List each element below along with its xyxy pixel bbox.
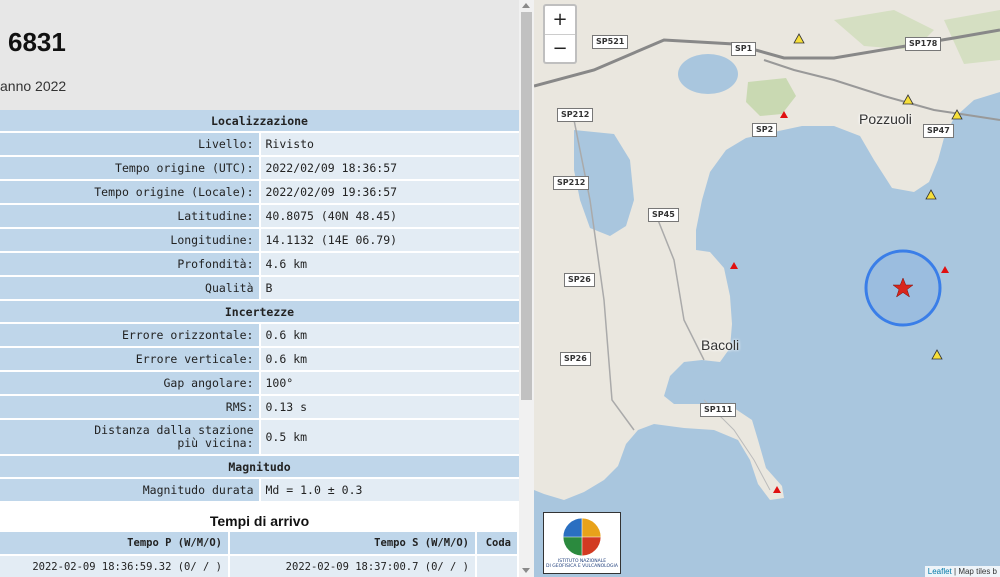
zoom-out-button[interactable]: − bbox=[545, 35, 575, 63]
col-tempo-p: Tempo P (W/M/O) bbox=[0, 532, 230, 555]
event-year: anno 2022 bbox=[0, 78, 67, 94]
row-latitudine: Latitudine: 40.8075 (40N 48.45) bbox=[0, 204, 519, 229]
town-label-pozzuoli: Pozzuoli bbox=[859, 111, 912, 127]
col-coda: Coda bbox=[476, 532, 519, 555]
road-label: SP111 bbox=[700, 403, 737, 417]
row-errore-orizzontale: Errore orizzontale: 0.6 km bbox=[0, 323, 519, 348]
row-magnitudo-durata: Magnitudo durata Md = 1.0 ± 0.3 bbox=[0, 478, 519, 503]
row-tempo-utc: Tempo origine (UTC): 2022/02/09 18:36:57 bbox=[0, 156, 519, 181]
table-row: 2022-02-09 18:36:59.32 (0/ / ) 2022-02-0… bbox=[0, 554, 519, 577]
event-header: 6831 anno 2022 bbox=[0, 0, 519, 110]
row-qualita: Qualità B bbox=[0, 276, 519, 301]
road-label: SP1 bbox=[731, 42, 757, 56]
road-label: SP45 bbox=[648, 208, 679, 222]
lake-averno bbox=[678, 54, 738, 94]
road-label: SP26 bbox=[560, 352, 591, 366]
section-header-localizzazione: Localizzazione bbox=[0, 110, 519, 133]
row-profondita: Profondità: 4.6 km bbox=[0, 252, 519, 277]
scrollbar[interactable] bbox=[519, 0, 534, 577]
scroll-down-arrow-icon[interactable] bbox=[522, 568, 530, 573]
globe-icon bbox=[562, 517, 602, 557]
road-label: SP521 bbox=[592, 35, 629, 49]
zoom-control: + − bbox=[543, 4, 577, 64]
row-rms: RMS: 0.13 s bbox=[0, 395, 519, 420]
road-label: SP212 bbox=[557, 108, 594, 122]
road-label: SP47 bbox=[923, 124, 954, 138]
row-distanza-stazione: Distanza dalla stazione più vicina: 0.5 k… bbox=[0, 419, 519, 456]
scrollbar-thumb[interactable] bbox=[521, 12, 532, 400]
section-header-incertezze: Incertezze bbox=[0, 300, 519, 324]
row-longitudine: Longitudine: 14.1132 (14E 06.79) bbox=[0, 228, 519, 253]
attribution-text: | Map tiles b bbox=[954, 567, 997, 576]
leaflet-link[interactable]: Leaflet bbox=[928, 567, 952, 576]
map-attribution: Leaflet | Map tiles b bbox=[924, 566, 1000, 577]
row-gap-angolare: Gap angolare: 100° bbox=[0, 371, 519, 396]
arrivals-title: Tempi di arrivo bbox=[0, 510, 519, 532]
event-panel: 6831 anno 2022 Localizzazione Livello: Ri… bbox=[0, 0, 519, 577]
row-livello: Livello: Rivisto bbox=[0, 132, 519, 157]
map-canvas bbox=[534, 0, 1000, 577]
map[interactable]: SP521 SP1 SP178 SP212 SP2 SP47 SP212 SP4… bbox=[534, 0, 1000, 577]
section-header-magnitudo: Magnitudo bbox=[0, 455, 519, 479]
col-tempo-s: Tempo S (W/M/O) bbox=[229, 532, 477, 555]
road-label: SP26 bbox=[564, 273, 595, 287]
road-label: SP2 bbox=[752, 123, 778, 137]
road-label: SP212 bbox=[553, 176, 590, 190]
row-tempo-locale: Tempo origine (Locale): 2022/02/09 19:36:… bbox=[0, 180, 519, 205]
ingv-logo[interactable]: ISTITUTO NAZIONALE DI GEOFISICA E VULCAN… bbox=[543, 512, 621, 574]
scroll-up-arrow-icon[interactable] bbox=[522, 3, 530, 8]
zoom-in-button[interactable]: + bbox=[545, 6, 575, 35]
label-line-2: più vicina: bbox=[177, 436, 254, 450]
arrivals-table: Tempo P (W/M/O) Tempo S (W/M/O) Coda 202… bbox=[0, 532, 519, 577]
arrivals-header-row: Tempo P (W/M/O) Tempo S (W/M/O) Coda bbox=[0, 532, 519, 555]
row-errore-verticale: Errore verticale: 0.6 km bbox=[0, 347, 519, 372]
label-line-1: Distanza dalla stazione bbox=[94, 423, 254, 437]
town-label-bacoli: Bacoli bbox=[701, 337, 740, 353]
event-info-table: Localizzazione Livello: Rivisto Tempo ori… bbox=[0, 110, 519, 503]
logo-text: ISTITUTO NAZIONALE DI GEOFISICA E VULCAN… bbox=[546, 559, 618, 569]
logo-line-2: DI GEOFISICA E VULCANOLOGIA bbox=[546, 564, 618, 569]
event-id: 6831 bbox=[8, 27, 66, 57]
road-label: SP178 bbox=[905, 37, 942, 51]
